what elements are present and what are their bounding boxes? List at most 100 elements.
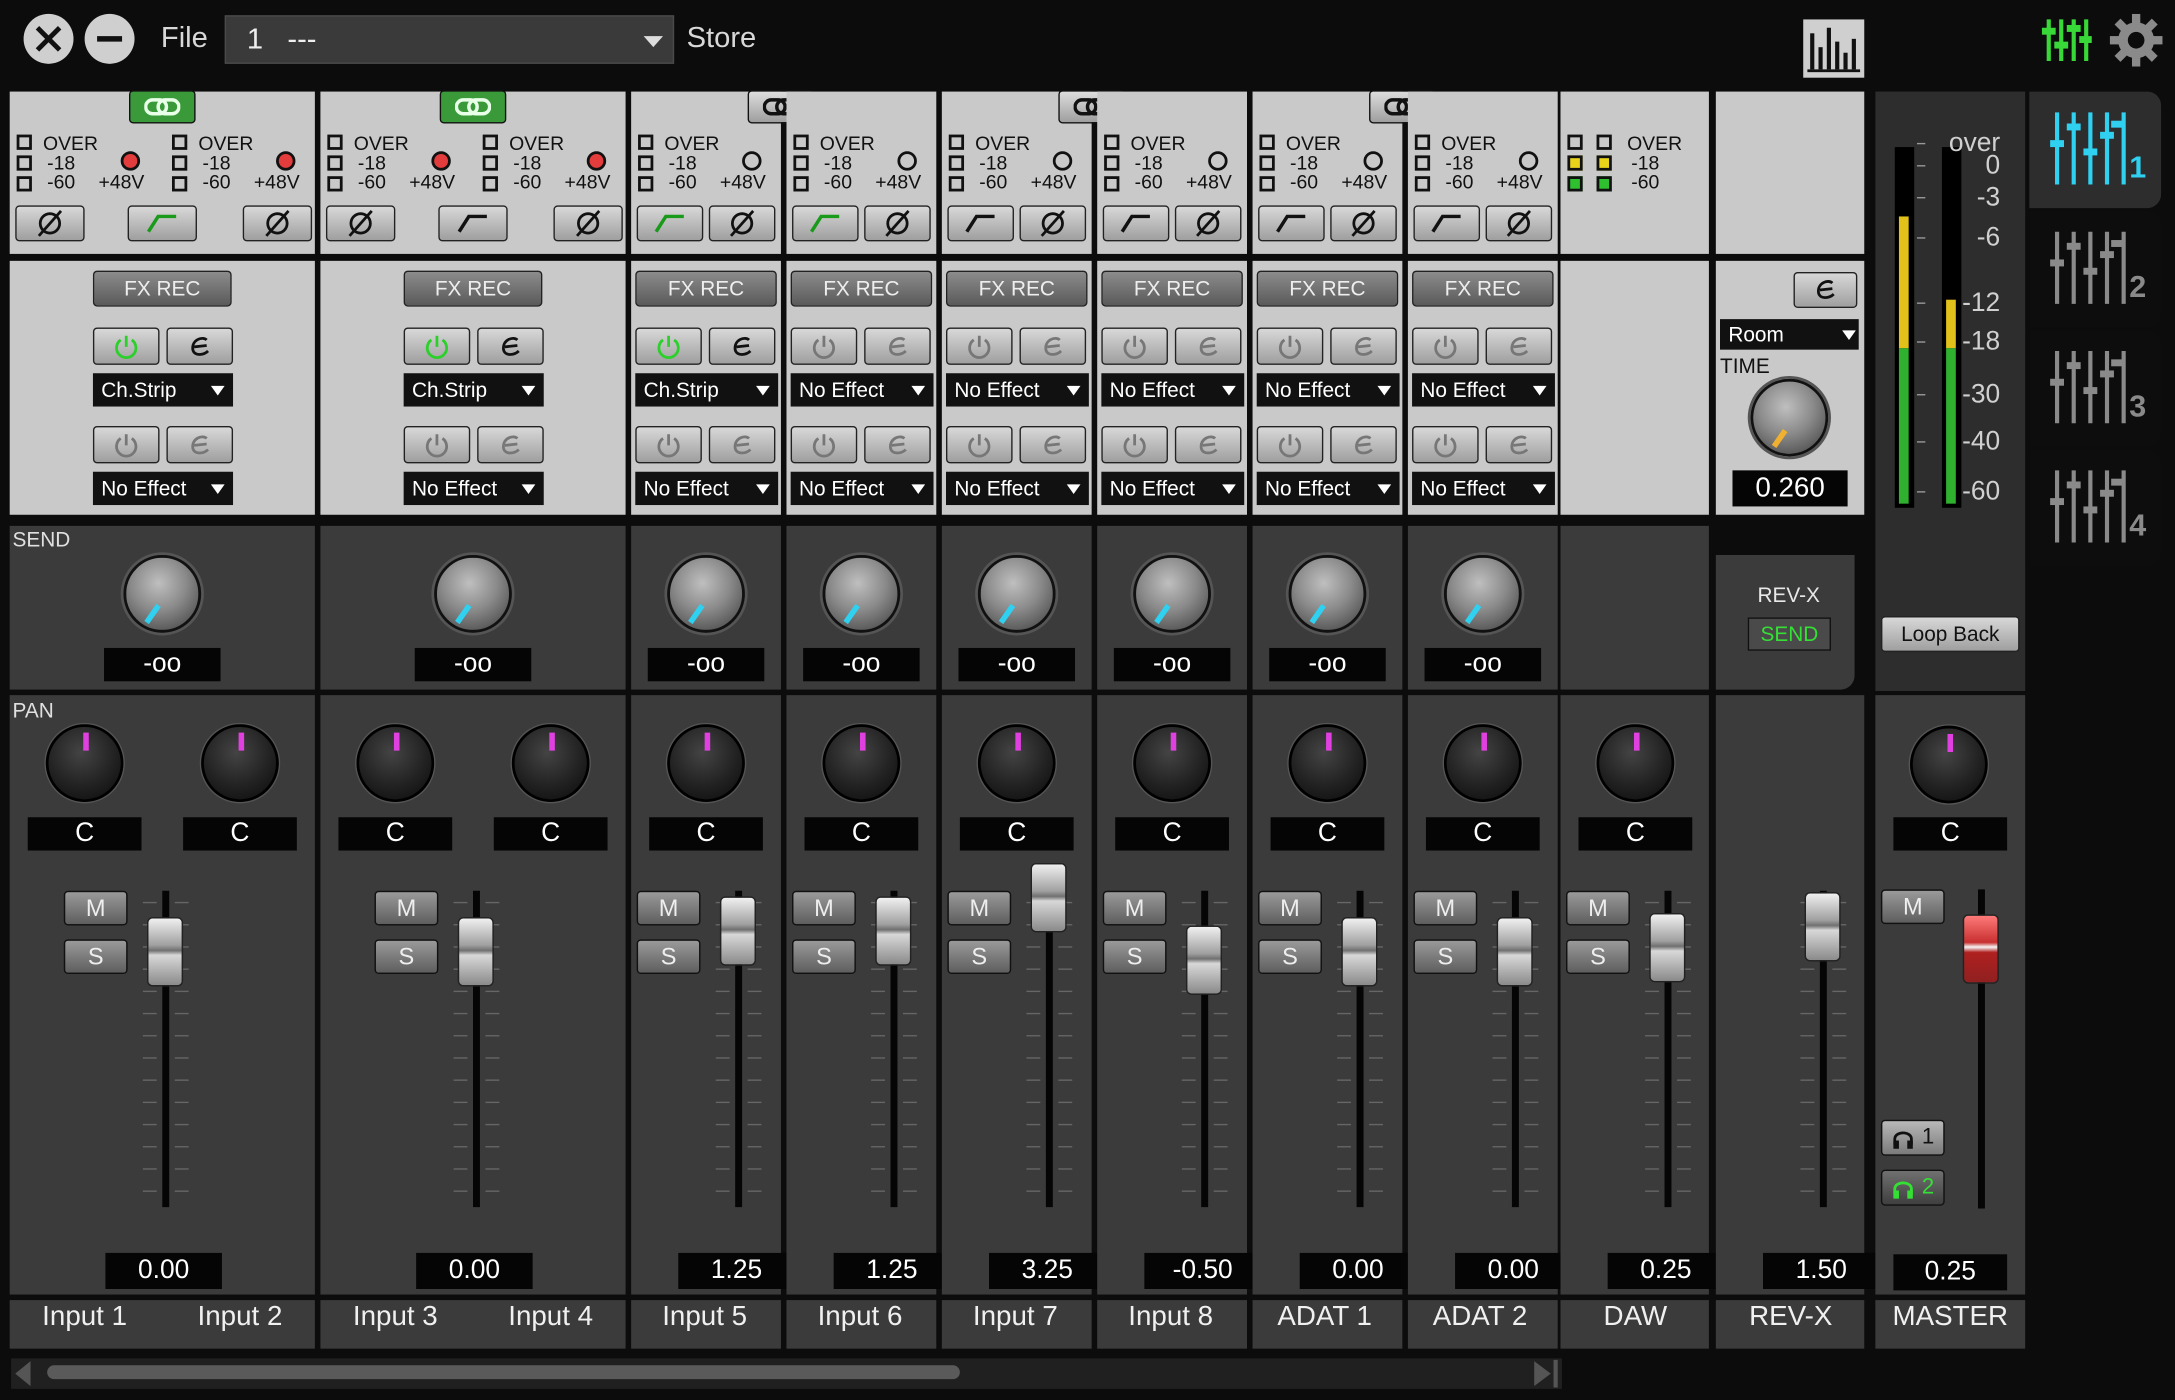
mixer-view-button[interactable] — [2041, 17, 2094, 64]
effect-edit-button[interactable] — [1019, 327, 1087, 365]
hpf-button[interactable] — [438, 205, 508, 242]
phantom-power-led[interactable] — [897, 151, 917, 171]
effect-edit-button[interactable] — [1330, 425, 1397, 464]
effect-select[interactable]: No Effect — [1256, 471, 1400, 506]
effect-power-button[interactable] — [92, 425, 160, 464]
mixer-tab-1[interactable]: 1 — [2029, 91, 2162, 209]
close-button[interactable] — [23, 13, 74, 64]
send-knob[interactable] — [667, 555, 745, 633]
effect-power-button[interactable] — [635, 425, 702, 464]
pan-knob[interactable] — [1443, 724, 1522, 802]
mute-button[interactable]: M — [1413, 890, 1478, 926]
effect-select[interactable]: Ch.Strip — [403, 373, 544, 407]
phantom-power-led[interactable] — [586, 151, 607, 171]
effect-power-button[interactable] — [1412, 425, 1479, 464]
pan-knob[interactable] — [356, 724, 435, 802]
channel-fader[interactable] — [1185, 925, 1223, 995]
pan-knob[interactable] — [1133, 724, 1211, 802]
send-knob[interactable] — [1288, 555, 1367, 633]
master-mute-button[interactable]: M — [1880, 889, 1945, 925]
effect-select[interactable]: Ch.Strip — [635, 373, 779, 407]
stereo-link-button[interactable] — [129, 90, 196, 124]
channel-fader[interactable] — [147, 917, 184, 987]
fx-rec-button[interactable]: FX REC — [635, 270, 777, 307]
fx-rec-button[interactable]: FX REC — [403, 270, 543, 307]
minimize-button[interactable] — [84, 13, 135, 64]
phones-1-button[interactable]: 1 — [1880, 1119, 1945, 1156]
mute-button[interactable]: M — [374, 890, 439, 926]
effect-power-button[interactable] — [1256, 327, 1324, 365]
hpf-button[interactable] — [1102, 205, 1170, 242]
effect-select[interactable]: No Effect — [635, 471, 779, 506]
hpf-button[interactable] — [1413, 205, 1481, 242]
effect-select[interactable]: No Effect — [92, 471, 234, 506]
phantom-power-led[interactable] — [1363, 151, 1383, 171]
effect-edit-button[interactable] — [1485, 327, 1553, 365]
effect-edit-button[interactable] — [708, 327, 776, 365]
effect-select[interactable]: No Effect — [1101, 471, 1245, 506]
effect-select[interactable]: No Effect — [946, 471, 1089, 506]
effect-power-button[interactable] — [946, 327, 1013, 365]
mute-button[interactable]: M — [1566, 890, 1630, 926]
hpf-button[interactable] — [947, 205, 1014, 242]
hpf-button[interactable] — [1258, 205, 1325, 242]
hpf-button[interactable] — [792, 205, 859, 242]
send-knob[interactable] — [977, 555, 1056, 633]
effect-edit-button[interactable] — [1019, 425, 1087, 464]
effect-select[interactable]: No Effect — [790, 373, 934, 407]
phase-button[interactable] — [1174, 205, 1242, 242]
solo-button[interactable]: S — [1413, 939, 1478, 975]
effect-power-button[interactable] — [1101, 425, 1168, 464]
send-knob[interactable] — [1443, 555, 1522, 633]
effect-edit-button[interactable] — [1485, 425, 1553, 464]
loop-back-button[interactable]: Loop Back — [1880, 616, 2020, 653]
mute-button[interactable]: M — [1102, 890, 1167, 926]
effect-power-button[interactable] — [1256, 425, 1324, 464]
phase-button[interactable] — [864, 205, 931, 242]
pan-knob[interactable] — [977, 724, 1056, 802]
master-pan-knob[interactable] — [1910, 725, 1988, 804]
settings-button[interactable] — [2109, 13, 2163, 67]
master-fader[interactable] — [1962, 914, 1999, 984]
effect-select[interactable]: Ch.Strip — [92, 373, 234, 407]
phones-2-button[interactable]: 2 — [1880, 1169, 1945, 1206]
horizontal-scrollbar[interactable] — [11, 1358, 1562, 1389]
effect-edit-button[interactable] — [864, 327, 931, 365]
channel-fader[interactable] — [457, 917, 494, 987]
effect-edit-button[interactable] — [864, 425, 931, 464]
pan-knob[interactable] — [1596, 724, 1675, 802]
reverb-type-select[interactable]: Room — [1720, 319, 1859, 350]
effect-power-button[interactable] — [403, 327, 471, 365]
reverb-time-knob[interactable] — [1750, 378, 1829, 457]
channel-fader[interactable] — [1341, 917, 1378, 987]
phantom-power-led[interactable] — [1518, 151, 1539, 171]
send-knob[interactable] — [1133, 555, 1211, 633]
scroll-left-icon[interactable] — [15, 1361, 32, 1387]
solo-button[interactable]: S — [792, 939, 856, 975]
channel-fader[interactable] — [875, 896, 912, 966]
mixer-tab-3[interactable]: 3 — [2029, 330, 2162, 447]
effect-power-button[interactable] — [92, 327, 160, 365]
mute-button[interactable]: M — [636, 890, 701, 926]
fx-rec-button[interactable]: FX REC — [1101, 270, 1243, 307]
phase-button[interactable] — [325, 205, 396, 242]
solo-button[interactable]: S — [1258, 939, 1322, 975]
channel-fader[interactable] — [1496, 917, 1533, 987]
effect-power-button[interactable] — [635, 327, 702, 365]
pan-knob[interactable] — [511, 724, 590, 802]
stereo-link-button[interactable] — [439, 90, 507, 124]
solo-button[interactable]: S — [947, 939, 1012, 975]
scene-select[interactable]: 1 --- — [224, 15, 675, 64]
phantom-power-led[interactable] — [1052, 151, 1073, 171]
solo-button[interactable]: S — [1102, 939, 1167, 975]
pan-knob[interactable] — [667, 724, 745, 802]
fx-rec-button[interactable]: FX REC — [1256, 270, 1399, 307]
pan-knob[interactable] — [45, 724, 124, 802]
phase-button[interactable] — [15, 205, 85, 242]
effect-edit-button[interactable] — [708, 425, 776, 464]
mute-button[interactable]: M — [1258, 890, 1322, 926]
hpf-button[interactable] — [127, 205, 197, 242]
send-knob[interactable] — [434, 555, 512, 633]
phase-button[interactable] — [1330, 205, 1397, 242]
phase-button[interactable] — [242, 205, 313, 242]
